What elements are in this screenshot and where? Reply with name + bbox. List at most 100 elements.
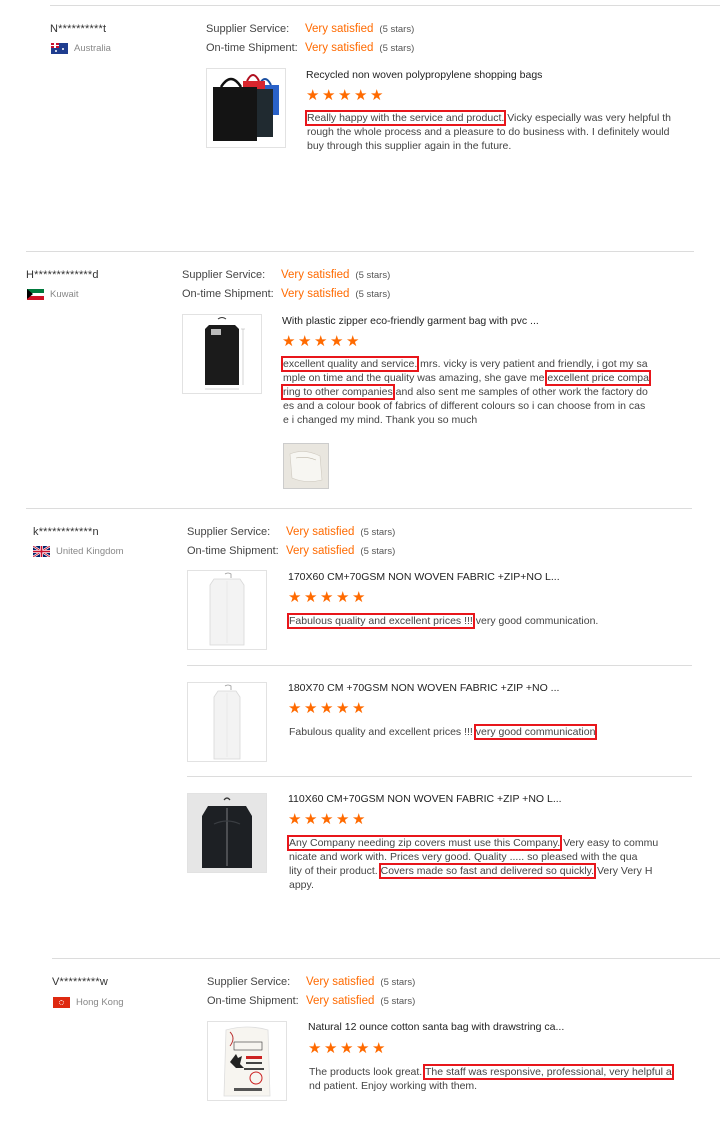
- feedback-text: buy through this supplier again in the f…: [307, 140, 512, 152]
- white-garment-bag-icon: [209, 572, 245, 646]
- supplier-service-value: Very satisfied: [305, 23, 374, 35]
- feedback-text: Vicky especially was very helpful th: [504, 112, 671, 124]
- buyer-country: Kuwait: [27, 289, 79, 300]
- star-icon: ★: [336, 700, 350, 717]
- product-thumbnail[interactable]: [206, 68, 286, 148]
- highlighted-phrase: Covers made so fast and delivered so qui…: [378, 863, 597, 879]
- star-rating: ★ ★ ★ ★ ★: [306, 87, 384, 104]
- star-rating: ★ ★ ★ ★ ★: [308, 1040, 386, 1057]
- review-feedback: Really happy with the service and produc…: [304, 110, 697, 153]
- buyer-name: N**********t: [50, 23, 107, 35]
- star-icon: ★: [356, 1040, 370, 1057]
- feedback-text: es and a colour book of fabrics of diffe…: [283, 400, 646, 412]
- supplier-service-value: Very satisfied: [286, 526, 355, 538]
- star-icon: ★: [340, 1040, 354, 1057]
- australia-flag-icon: [51, 43, 68, 54]
- stars-note: (5 stars): [380, 996, 416, 1007]
- product-title[interactable]: 170X60 CM+70GSM NON WOVEN FABRIC +ZIP+NO…: [288, 571, 560, 583]
- product-title[interactable]: 180X70 CM +70GSM NON WOVEN FABRIC +ZIP +…: [288, 682, 559, 694]
- country-label: Australia: [74, 43, 111, 54]
- review-divider: [26, 251, 694, 252]
- ontime-shipment-label: On-time Shipment:: [182, 288, 274, 300]
- star-icon: ★: [336, 811, 350, 828]
- feedback-text: nicate and work with. Prices very good. …: [289, 851, 638, 863]
- star-rating: ★ ★ ★ ★ ★: [288, 589, 366, 606]
- highlighted-phrase: Any Company needing zip covers must use …: [286, 835, 563, 851]
- product-thumbnail[interactable]: [207, 1021, 287, 1101]
- star-icon: ★: [336, 589, 350, 606]
- uk-flag-icon: [33, 546, 50, 557]
- hong-kong-flag-icon: [53, 997, 70, 1008]
- ontime-shipment-label: On-time Shipment:: [206, 42, 298, 54]
- supplier-service-label: Supplier Service:: [206, 23, 290, 35]
- feedback-text: rough the whole process and a pleasure t…: [307, 126, 670, 138]
- star-icon: ★: [354, 87, 368, 104]
- feedback-text: Very easy to commu: [560, 837, 659, 849]
- ontime-shipment-value: Very satisfied: [305, 42, 374, 54]
- product-thumbnail[interactable]: [187, 570, 267, 650]
- stars-note: (5 stars): [379, 43, 415, 54]
- star-icon: ★: [314, 333, 328, 350]
- star-icon: ★: [330, 333, 344, 350]
- shopping-bags-icon: [213, 74, 279, 141]
- star-icon: ★: [304, 700, 318, 717]
- review-feedback: Any Company needing zip covers must use …: [286, 835, 689, 892]
- star-icon: ★: [288, 700, 302, 717]
- star-rating: ★ ★ ★ ★ ★: [282, 333, 360, 350]
- stars-note: (5 stars): [380, 977, 416, 988]
- country-label: Hong Kong: [76, 997, 124, 1008]
- star-icon: ★: [320, 700, 334, 717]
- stars-note: (5 stars): [355, 289, 391, 300]
- product-title[interactable]: 110X60 CM+70GSM NON WOVEN FABRIC +ZIP +N…: [288, 793, 562, 805]
- product-title[interactable]: With plastic zipper eco-friendly garment…: [282, 315, 539, 327]
- product-thumbnail[interactable]: [187, 793, 267, 873]
- ontime-shipment-value: Very satisfied: [286, 545, 355, 557]
- star-icon: ★: [352, 700, 366, 717]
- feedback-text: appy.: [289, 879, 314, 891]
- feedback-text: mple on time and the quality was amazing…: [283, 372, 548, 384]
- stars-note: (5 stars): [360, 527, 396, 538]
- star-icon: ★: [304, 589, 318, 606]
- product-thumbnail[interactable]: [182, 314, 262, 394]
- supplier-service-label: Supplier Service:: [207, 976, 291, 988]
- ontime-shipment-label: On-time Shipment:: [187, 545, 279, 557]
- buyer-name: H*************d: [26, 269, 99, 281]
- feedback-text: nd patient. Enjoy working with them.: [309, 1080, 478, 1092]
- stars-note: (5 stars): [355, 270, 391, 281]
- star-icon: ★: [282, 333, 296, 350]
- buyer-country: Hong Kong: [53, 997, 124, 1008]
- review-feedback: The products look great. The staff was r…: [309, 1064, 709, 1093]
- supplier-service-row: Supplier Service: Very satisfied (5 stars): [182, 269, 390, 281]
- highlighted-phrase: Fabulous quality and excellent prices !!…: [287, 613, 475, 629]
- product-title[interactable]: Recycled non woven polypropylene shoppin…: [306, 69, 542, 81]
- product-divider: [187, 665, 692, 666]
- product-title[interactable]: Natural 12 ounce cotton santa bag with d…: [308, 1021, 564, 1033]
- highlighted-phrase: excellent quality and service.: [280, 356, 420, 372]
- star-icon: ★: [288, 589, 302, 606]
- supplier-service-label: Supplier Service:: [187, 526, 271, 538]
- ontime-shipment-row: On-time Shipment: Very satisfied (5 stars): [182, 288, 390, 300]
- star-icon: ★: [352, 589, 366, 606]
- black-garment-bag-icon: [188, 794, 266, 872]
- feedback-text: and also sent me samples of other work t…: [392, 386, 648, 398]
- supplier-service-row: Supplier Service: Very satisfied (5 stars): [207, 976, 415, 988]
- ontime-shipment-value: Very satisfied: [306, 995, 375, 1007]
- review-divider: [52, 958, 720, 959]
- ontime-shipment-row: On-time Shipment: Very satisfied (5 stars): [206, 42, 414, 54]
- product-thumbnail[interactable]: [187, 682, 267, 762]
- review-feedback: excellent quality and service. mrs. vick…: [280, 356, 683, 427]
- review-divider: [26, 508, 692, 509]
- star-icon: ★: [352, 811, 366, 828]
- star-icon: ★: [372, 1040, 386, 1057]
- fabric-sample-icon: [284, 444, 328, 488]
- country-label: Kuwait: [50, 289, 79, 300]
- review-photo[interactable]: [283, 443, 329, 489]
- ontime-shipment-value: Very satisfied: [281, 288, 350, 300]
- stars-note: (5 stars): [379, 24, 415, 35]
- highlighted-phrase: The staff was responsive, professional, …: [422, 1064, 674, 1080]
- star-icon: ★: [298, 333, 312, 350]
- ontime-shipment-row: On-time Shipment: Very satisfied (5 stars): [207, 995, 415, 1007]
- feedback-text: Fabulous quality and excellent prices !!…: [289, 726, 476, 738]
- feedback-text: Very Very H: [594, 865, 653, 877]
- highlighted-phrase: very good communication: [473, 724, 598, 740]
